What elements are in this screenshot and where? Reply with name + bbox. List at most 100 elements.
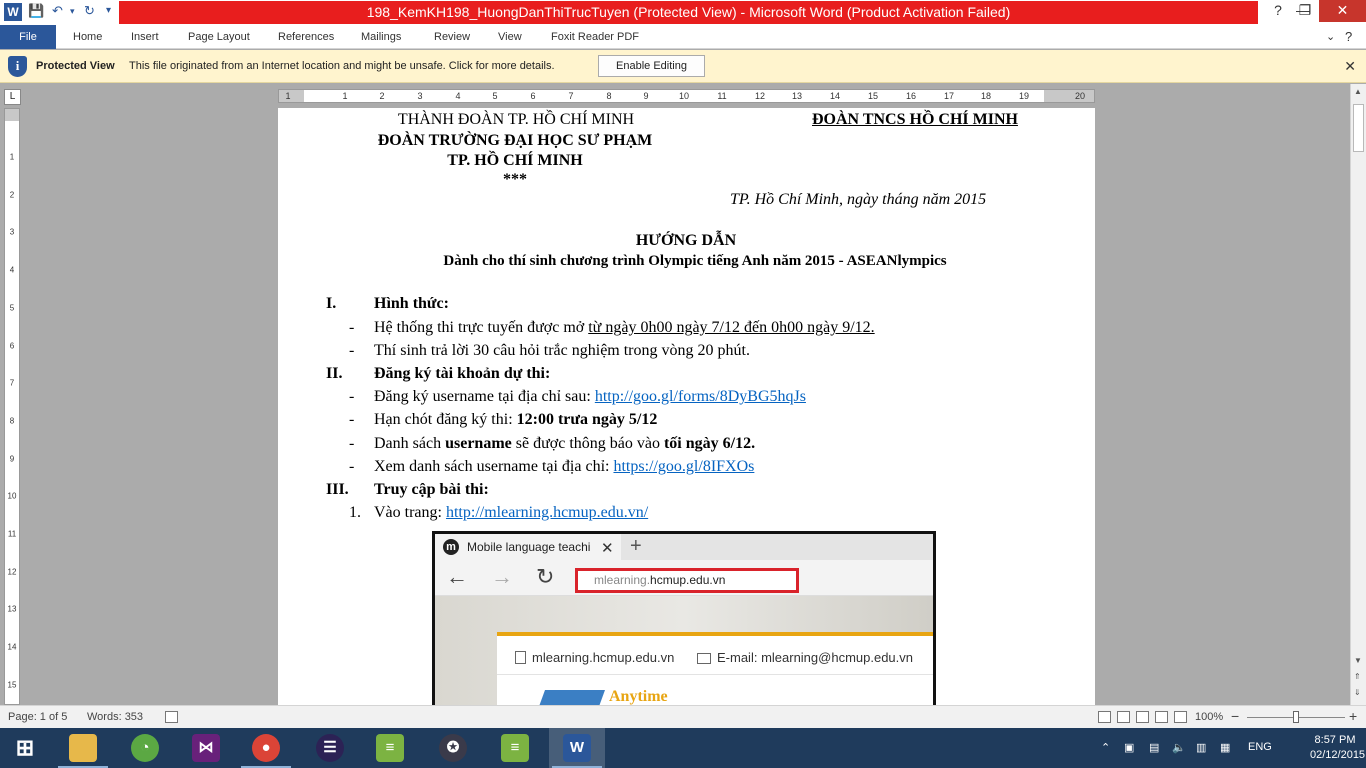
taskbar-word[interactable]: W	[549, 728, 605, 768]
ruler-number: 6	[530, 91, 536, 101]
folder-icon	[69, 734, 97, 762]
system-clock[interactable]: 8:57 PM 02/12/2015	[1310, 733, 1365, 763]
word-count[interactable]: Words: 353	[87, 711, 143, 723]
tab-insert[interactable]: Insert	[131, 25, 159, 49]
taskbar-bluestacks[interactable]: ≡	[362, 728, 418, 768]
section-2-bullet-4: Xem danh sách username tại địa chỉ: http…	[374, 458, 755, 475]
enable-editing-button[interactable]: Enable Editing	[598, 55, 705, 77]
section-3-number: III.	[326, 481, 349, 498]
notification-icon[interactable]: ▦	[1220, 741, 1230, 754]
browser-tab: m Mobile language teachi ✕	[435, 534, 621, 560]
right-margin-shade	[1044, 90, 1094, 102]
taskbar-visual-studio[interactable]: ⋈	[178, 728, 234, 768]
site-link-row: mlearning.hcmup.edu.vn	[515, 650, 674, 665]
taskbar-chrome[interactable]: ●	[238, 728, 294, 768]
game-controller-icon: ✪	[439, 734, 467, 762]
tab-file[interactable]: File	[0, 25, 56, 49]
print-layout-icon[interactable]	[1117, 711, 1130, 723]
status-bar: Page: 1 of 5 Words: 353 100% − +	[0, 705, 1366, 728]
tab-selector-icon[interactable]: L	[4, 89, 21, 105]
previous-page-icon[interactable]: ⇑	[1354, 672, 1361, 681]
ruler-number: 13	[791, 91, 803, 101]
list-number: 1.	[349, 504, 361, 521]
section-1-number: I.	[326, 295, 337, 312]
ruler-number: 6	[9, 341, 15, 350]
tray-expand-icon[interactable]: ⌃	[1101, 741, 1110, 754]
horizontal-ruler[interactable]: 1 1 2 3 4 5 6 7 8 9 10 11 12 13 14 15 16 17 18 19 20	[278, 89, 1095, 103]
next-page-icon[interactable]: ⇓	[1354, 688, 1361, 697]
keyboard-icon[interactable]: ▥	[1196, 741, 1206, 754]
close-message-bar-icon[interactable]: ✕	[1344, 58, 1356, 75]
doc-subtitle: Dành cho thí sinh chương trình Olympic t…	[443, 253, 947, 269]
header-right: ĐOÀN TNCS HỒ CHÍ MINH	[812, 111, 1018, 128]
tab-view[interactable]: View	[498, 25, 522, 49]
taskbar-file-explorer[interactable]	[55, 728, 111, 768]
ruler-number: 5	[9, 303, 15, 313]
ruler-number: 9	[9, 454, 15, 464]
taskbar-bluestacks-2[interactable]: ≡	[487, 728, 543, 768]
coccoc-browser-icon: ◔	[131, 734, 159, 762]
site-email-row: E-mail: mlearning@hcmup.edu.vn	[697, 650, 913, 665]
site-logo-graphic	[536, 690, 606, 705]
zoom-level[interactable]: 100%	[1195, 711, 1223, 723]
full-screen-icon[interactable]	[1136, 711, 1149, 723]
scroll-thumb[interactable]	[1353, 104, 1364, 152]
clock-time: 8:57 PM	[1314, 734, 1356, 746]
network-icon[interactable]: ▤	[1149, 741, 1159, 754]
ruler-number: 2	[9, 190, 15, 200]
section-2-number: II.	[326, 365, 343, 382]
start-button[interactable]: ⊞	[0, 728, 50, 768]
username-list-link[interactable]: https://goo.gl/8IFXOs	[613, 458, 754, 475]
zoom-slider-knob[interactable]	[1293, 711, 1299, 723]
undo-icon[interactable]: ↶	[52, 3, 63, 21]
action-center-icon[interactable]: ▣	[1124, 741, 1134, 754]
taskbar-eclipse[interactable]: ☰	[302, 728, 358, 768]
volume-icon[interactable]: 🔈	[1172, 741, 1186, 754]
bullet: -	[349, 458, 355, 475]
word-logo-icon[interactable]: W	[4, 3, 22, 21]
tab-mailings[interactable]: Mailings	[361, 25, 401, 49]
tab-review[interactable]: Review	[434, 25, 470, 49]
taskbar-coccoc[interactable]: ◔	[117, 728, 173, 768]
zoom-in-button[interactable]: +	[1349, 708, 1357, 724]
save-icon[interactable]: 💾	[28, 3, 44, 21]
web-layout-icon[interactable]	[1155, 711, 1168, 723]
bluestacks-icon: ≡	[501, 734, 529, 762]
help-icon[interactable]: ?	[1345, 25, 1352, 49]
windows-logo-icon: ⊞	[15, 735, 35, 760]
close-button[interactable]: ✕	[1319, 0, 1366, 22]
document-page[interactable]: THÀNH ĐOÀN TP. HỒ CHÍ MINH ĐOÀN TRƯỜNG Đ…	[278, 108, 1095, 705]
visual-studio-icon: ⋈	[192, 734, 220, 762]
mlearning-link[interactable]: http://mlearning.hcmup.edu.vn/	[446, 504, 648, 521]
redo-icon[interactable]: ↻	[84, 3, 95, 21]
customize-qat-icon[interactable]: ▾	[106, 5, 111, 23]
scroll-up-icon[interactable]: ▲	[1354, 87, 1362, 96]
protected-view-message[interactable]: This file originated from an Internet lo…	[129, 60, 555, 72]
tab-foxit-reader-pdf[interactable]: Foxit Reader PDF	[551, 25, 639, 49]
date-line: TP. Hồ Chí Minh, ngày tháng năm 2015	[730, 191, 987, 208]
proofing-icon[interactable]	[165, 711, 178, 723]
section-1-bullet-2: Thí sinh trả lời 30 câu hỏi trắc nghiệm …	[374, 342, 750, 359]
address-bar-highlight: mlearning.hcmup.edu.vn	[575, 568, 799, 593]
vertical-scrollbar[interactable]: ▲ ▼ ⇑ ⇓	[1350, 84, 1366, 705]
registration-link[interactable]: http://goo.gl/forms/8DyBG5hqJs	[595, 388, 806, 405]
ruler-number: 15	[7, 680, 17, 690]
ruler-number: 5	[492, 91, 498, 101]
vertical-ruler[interactable]: 1 2 3 4 5 6 7 8 9 10 11 12 13 14 15	[4, 108, 20, 705]
undo-dropdown-icon[interactable]: ▾	[70, 6, 75, 24]
input-language[interactable]: ENG	[1248, 741, 1272, 753]
tab-references[interactable]: References	[278, 25, 334, 49]
outline-icon[interactable]	[1174, 711, 1187, 723]
page-count[interactable]: Page: 1 of 5	[8, 711, 67, 723]
eclipse-icon: ☰	[316, 734, 344, 762]
scroll-down-icon[interactable]: ▼	[1354, 656, 1362, 665]
tab-page-layout[interactable]: Page Layout	[188, 25, 250, 49]
ribbon-collapse-icon[interactable]: ⌄	[1326, 25, 1335, 49]
taskbar-game-controller[interactable]: ✪	[425, 728, 481, 768]
zoom-out-button[interactable]: −	[1231, 708, 1239, 724]
tab-home[interactable]: Home	[73, 25, 102, 49]
restore-button[interactable]: ❐	[1290, 0, 1320, 22]
section-1-bullet-1: Hệ thống thi trực tuyến được mở từ ngày …	[374, 319, 875, 336]
ribbon-tabs: File Home Insert Page Layout References …	[0, 25, 1366, 49]
read-mode-icon[interactable]	[1098, 711, 1111, 723]
